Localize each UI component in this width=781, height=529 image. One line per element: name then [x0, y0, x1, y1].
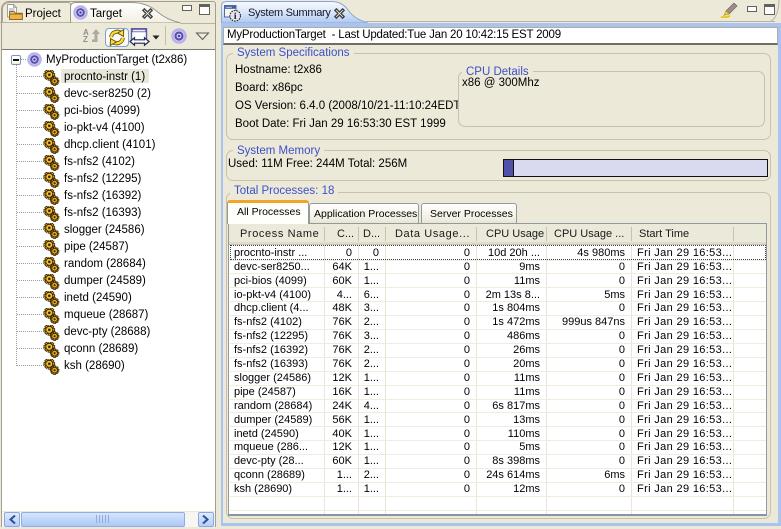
svg-text:i: i: [234, 12, 237, 22]
